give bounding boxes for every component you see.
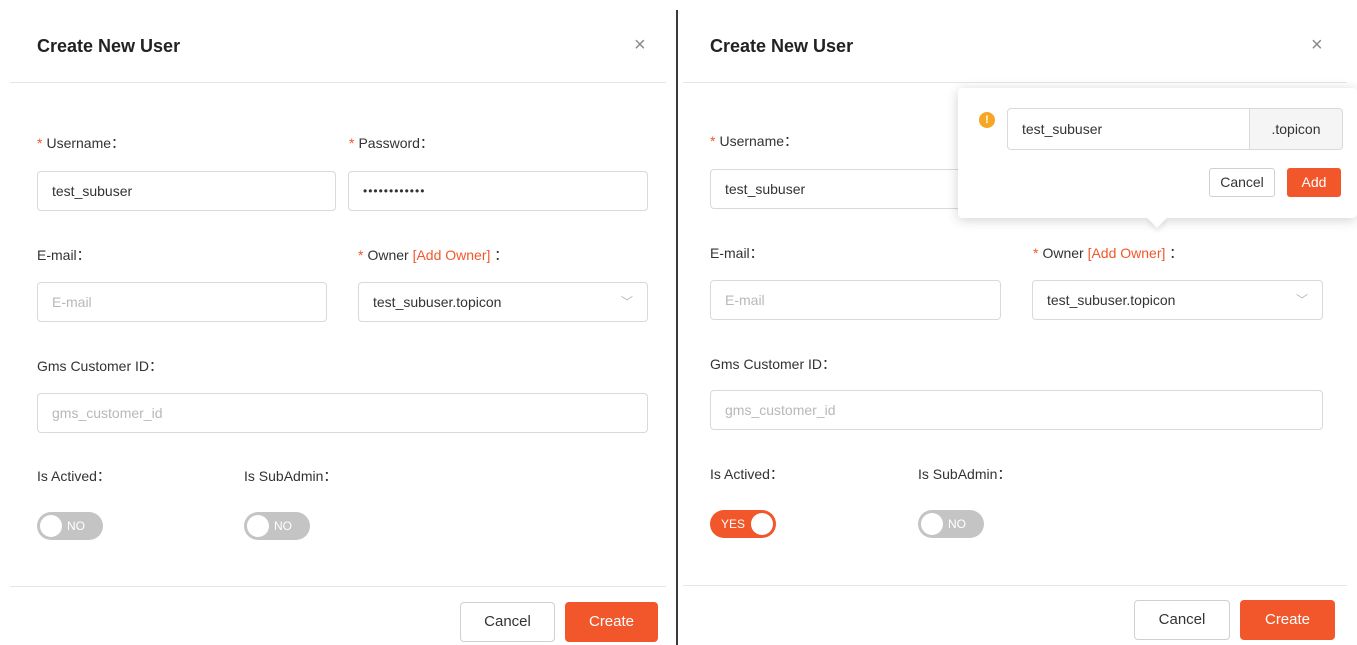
owner-select[interactable]: test_subuser.topicon ﹀	[358, 282, 648, 322]
is-subadmin-label: Is SubAdmin：	[918, 466, 1012, 482]
footer-divider	[10, 586, 666, 587]
header-divider	[683, 82, 1347, 83]
password-input[interactable]: ••••••••••••	[348, 171, 648, 211]
close-icon[interactable]: ×	[1311, 35, 1323, 55]
toggle-state-label: YES	[721, 517, 746, 531]
required-mark: *	[710, 133, 716, 149]
toggle-state-label: NO	[274, 519, 292, 533]
username-label: * Username：	[37, 135, 126, 151]
create-button[interactable]: Create	[565, 602, 658, 642]
owner-domain-suffix: .topicon	[1249, 108, 1343, 150]
cancel-button[interactable]: Cancel	[1134, 600, 1230, 640]
email-label: E-mail：	[37, 247, 91, 263]
popover-cancel-button[interactable]: Cancel	[1209, 168, 1275, 197]
warning-icon: !	[979, 112, 995, 128]
password-label: * Password：	[349, 135, 434, 151]
toggle-state-label: NO	[948, 517, 966, 531]
owner-label: * Owner [Add Owner] ：	[1033, 245, 1184, 261]
is-subadmin-label: Is SubAdmin：	[244, 468, 338, 484]
owner-label: * Owner [Add Owner] ：	[358, 247, 509, 263]
create-user-dialog-left: Create New User × * Username： * Password： …	[0, 0, 676, 645]
toggle-knob	[40, 515, 62, 537]
dialog-title: Create New User	[710, 36, 854, 56]
footer-divider	[683, 585, 1347, 586]
chevron-down-icon: ﹀	[620, 295, 633, 309]
cancel-button[interactable]: Cancel	[460, 602, 555, 642]
gms-customer-id-label: Gms Customer ID：	[710, 356, 837, 372]
owner-select-value: test_subuser.topicon	[1047, 292, 1176, 308]
toggle-knob	[751, 513, 773, 535]
owner-select[interactable]: test_subuser.topicon ﹀	[1032, 280, 1323, 320]
toggle-knob	[247, 515, 269, 537]
owner-select-value: test_subuser.topicon	[373, 294, 502, 310]
toggle-state-label: NO	[67, 519, 85, 533]
header-divider	[10, 82, 666, 83]
username-input[interactable]: test_subuser	[37, 171, 336, 211]
add-owner-popover: ! test_subuser .topicon Cancel Add	[958, 88, 1357, 228]
is-subadmin-toggle[interactable]: NO	[918, 510, 984, 538]
is-subadmin-toggle[interactable]: NO	[244, 512, 310, 540]
required-mark: *	[1033, 245, 1039, 261]
is-actived-label: Is Actived：	[37, 468, 111, 484]
is-actived-toggle[interactable]: YES	[710, 510, 776, 538]
is-actived-label: Is Actived：	[710, 466, 784, 482]
required-mark: *	[358, 247, 364, 263]
owner-name-input[interactable]: test_subuser	[1007, 108, 1250, 150]
required-mark: *	[37, 135, 43, 151]
dialog-title: Create New User	[37, 36, 181, 56]
gms-customer-id-label: Gms Customer ID：	[37, 358, 164, 374]
toggle-knob	[921, 513, 943, 535]
email-label: E-mail：	[710, 245, 764, 261]
chevron-down-icon: ﹀	[1295, 293, 1308, 307]
gms-customer-id-input[interactable]: gms_customer_id	[710, 390, 1323, 430]
gms-customer-id-input[interactable]: gms_customer_id	[37, 393, 648, 433]
email-input[interactable]: E-mail	[37, 282, 327, 322]
add-owner-link[interactable]: [Add Owner]	[1088, 245, 1166, 261]
required-mark: *	[349, 135, 355, 151]
popover-add-button[interactable]: Add	[1287, 168, 1341, 197]
username-label: * Username：	[710, 133, 799, 149]
email-input[interactable]: E-mail	[710, 280, 1001, 320]
add-owner-link[interactable]: [Add Owner]	[413, 247, 491, 263]
create-button[interactable]: Create	[1240, 600, 1335, 640]
close-icon[interactable]: ×	[634, 35, 646, 55]
is-actived-toggle[interactable]: NO	[37, 512, 103, 540]
